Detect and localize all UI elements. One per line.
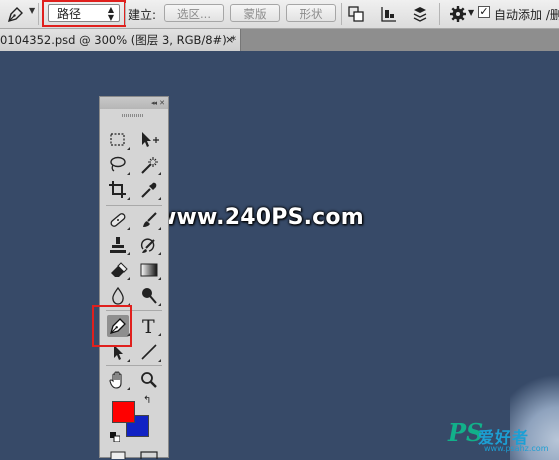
divider bbox=[125, 3, 126, 25]
gradient-tool-icon[interactable] bbox=[138, 259, 161, 281]
document-tab-strip: 0104352.psd @ 300% (图层 3, RGB/8#) * × bbox=[0, 29, 559, 51]
marquee-tool-icon[interactable] bbox=[107, 129, 130, 151]
tools-panel-header[interactable]: ◂◂ ✕ bbox=[100, 97, 168, 109]
zoom-tool-icon[interactable] bbox=[138, 369, 160, 391]
divider bbox=[106, 205, 162, 206]
magic-wand-tool-icon[interactable] bbox=[138, 154, 161, 176]
document-canvas[interactable] bbox=[0, 51, 559, 458]
type-tool-icon[interactable]: T bbox=[138, 315, 161, 337]
make-shape-button[interactable]: 形状 bbox=[286, 4, 336, 22]
watermark-text: www.240PS.com bbox=[156, 205, 364, 230]
gear-icon[interactable] bbox=[449, 5, 467, 23]
history-brush-tool-icon[interactable] bbox=[138, 234, 161, 256]
logo-url-text: www.psahz.com bbox=[484, 444, 549, 453]
auto-add-delete-checkbox[interactable]: ✓ bbox=[478, 6, 490, 18]
close-icon[interactable]: × bbox=[225, 29, 234, 51]
document-tab[interactable]: 0104352.psd @ 300% (图层 3, RGB/8#) * × bbox=[0, 29, 241, 51]
eraser-tool-icon[interactable] bbox=[107, 259, 130, 281]
auto-add-delete-label: 自动添加 /删 bbox=[494, 8, 559, 22]
make-selection-button[interactable]: 选区... bbox=[164, 4, 224, 22]
options-bar: ▼ 路径 ▲ ▼ 建立: 选区... 蒙版 形状 ▼ ✓ 自动添加 /删 bbox=[0, 0, 559, 29]
divider bbox=[439, 3, 440, 25]
path-arrangement-icon[interactable] bbox=[411, 5, 429, 23]
make-mask-button[interactable]: 蒙版 bbox=[230, 4, 280, 22]
blur-tool-icon[interactable] bbox=[107, 285, 130, 307]
path-operations-icon[interactable] bbox=[347, 5, 365, 23]
collapse-icon[interactable]: ◂◂ bbox=[151, 97, 157, 109]
pen-tool-highlight-box bbox=[92, 305, 132, 347]
pen-tool-preset-icon[interactable] bbox=[6, 5, 26, 23]
crop-tool-icon[interactable] bbox=[107, 179, 130, 201]
dodge-tool-icon[interactable] bbox=[138, 285, 161, 307]
eyedropper-tool-icon[interactable] bbox=[138, 179, 161, 201]
swap-colors-icon[interactable]: ↰ bbox=[143, 395, 151, 406]
divider bbox=[341, 3, 342, 25]
lasso-tool-icon[interactable] bbox=[107, 154, 130, 176]
divider bbox=[106, 365, 162, 366]
default-colors-icon[interactable] bbox=[110, 431, 121, 443]
mode-highlight-box bbox=[42, 0, 126, 27]
panel-grip[interactable] bbox=[122, 114, 144, 117]
gear-caret-icon[interactable]: ▼ bbox=[468, 8, 474, 17]
site-logo: PS 爱好者 www.psahz.com bbox=[448, 418, 556, 454]
healing-brush-tool-icon[interactable] bbox=[107, 209, 130, 231]
document-tab-title: 0104352.psd @ 300% (图层 3, RGB/8#) * bbox=[0, 33, 237, 47]
foreground-color-swatch[interactable] bbox=[112, 401, 135, 423]
path-alignment-icon[interactable] bbox=[380, 5, 398, 23]
tools-panel: ◂◂ ✕ T ↰ bbox=[99, 96, 169, 459]
hand-tool-icon[interactable] bbox=[107, 369, 130, 391]
move-tool-icon[interactable] bbox=[138, 129, 160, 151]
brush-tool-icon[interactable] bbox=[138, 209, 161, 231]
tool-preset-caret-icon[interactable]: ▼ bbox=[29, 6, 35, 15]
close-icon[interactable]: ✕ bbox=[159, 97, 165, 109]
line-tool-icon[interactable] bbox=[138, 341, 161, 363]
type-tool-glyph: T bbox=[142, 316, 155, 337]
divider bbox=[38, 3, 39, 25]
make-label: 建立: bbox=[128, 8, 157, 22]
clone-stamp-tool-icon[interactable] bbox=[107, 234, 130, 256]
